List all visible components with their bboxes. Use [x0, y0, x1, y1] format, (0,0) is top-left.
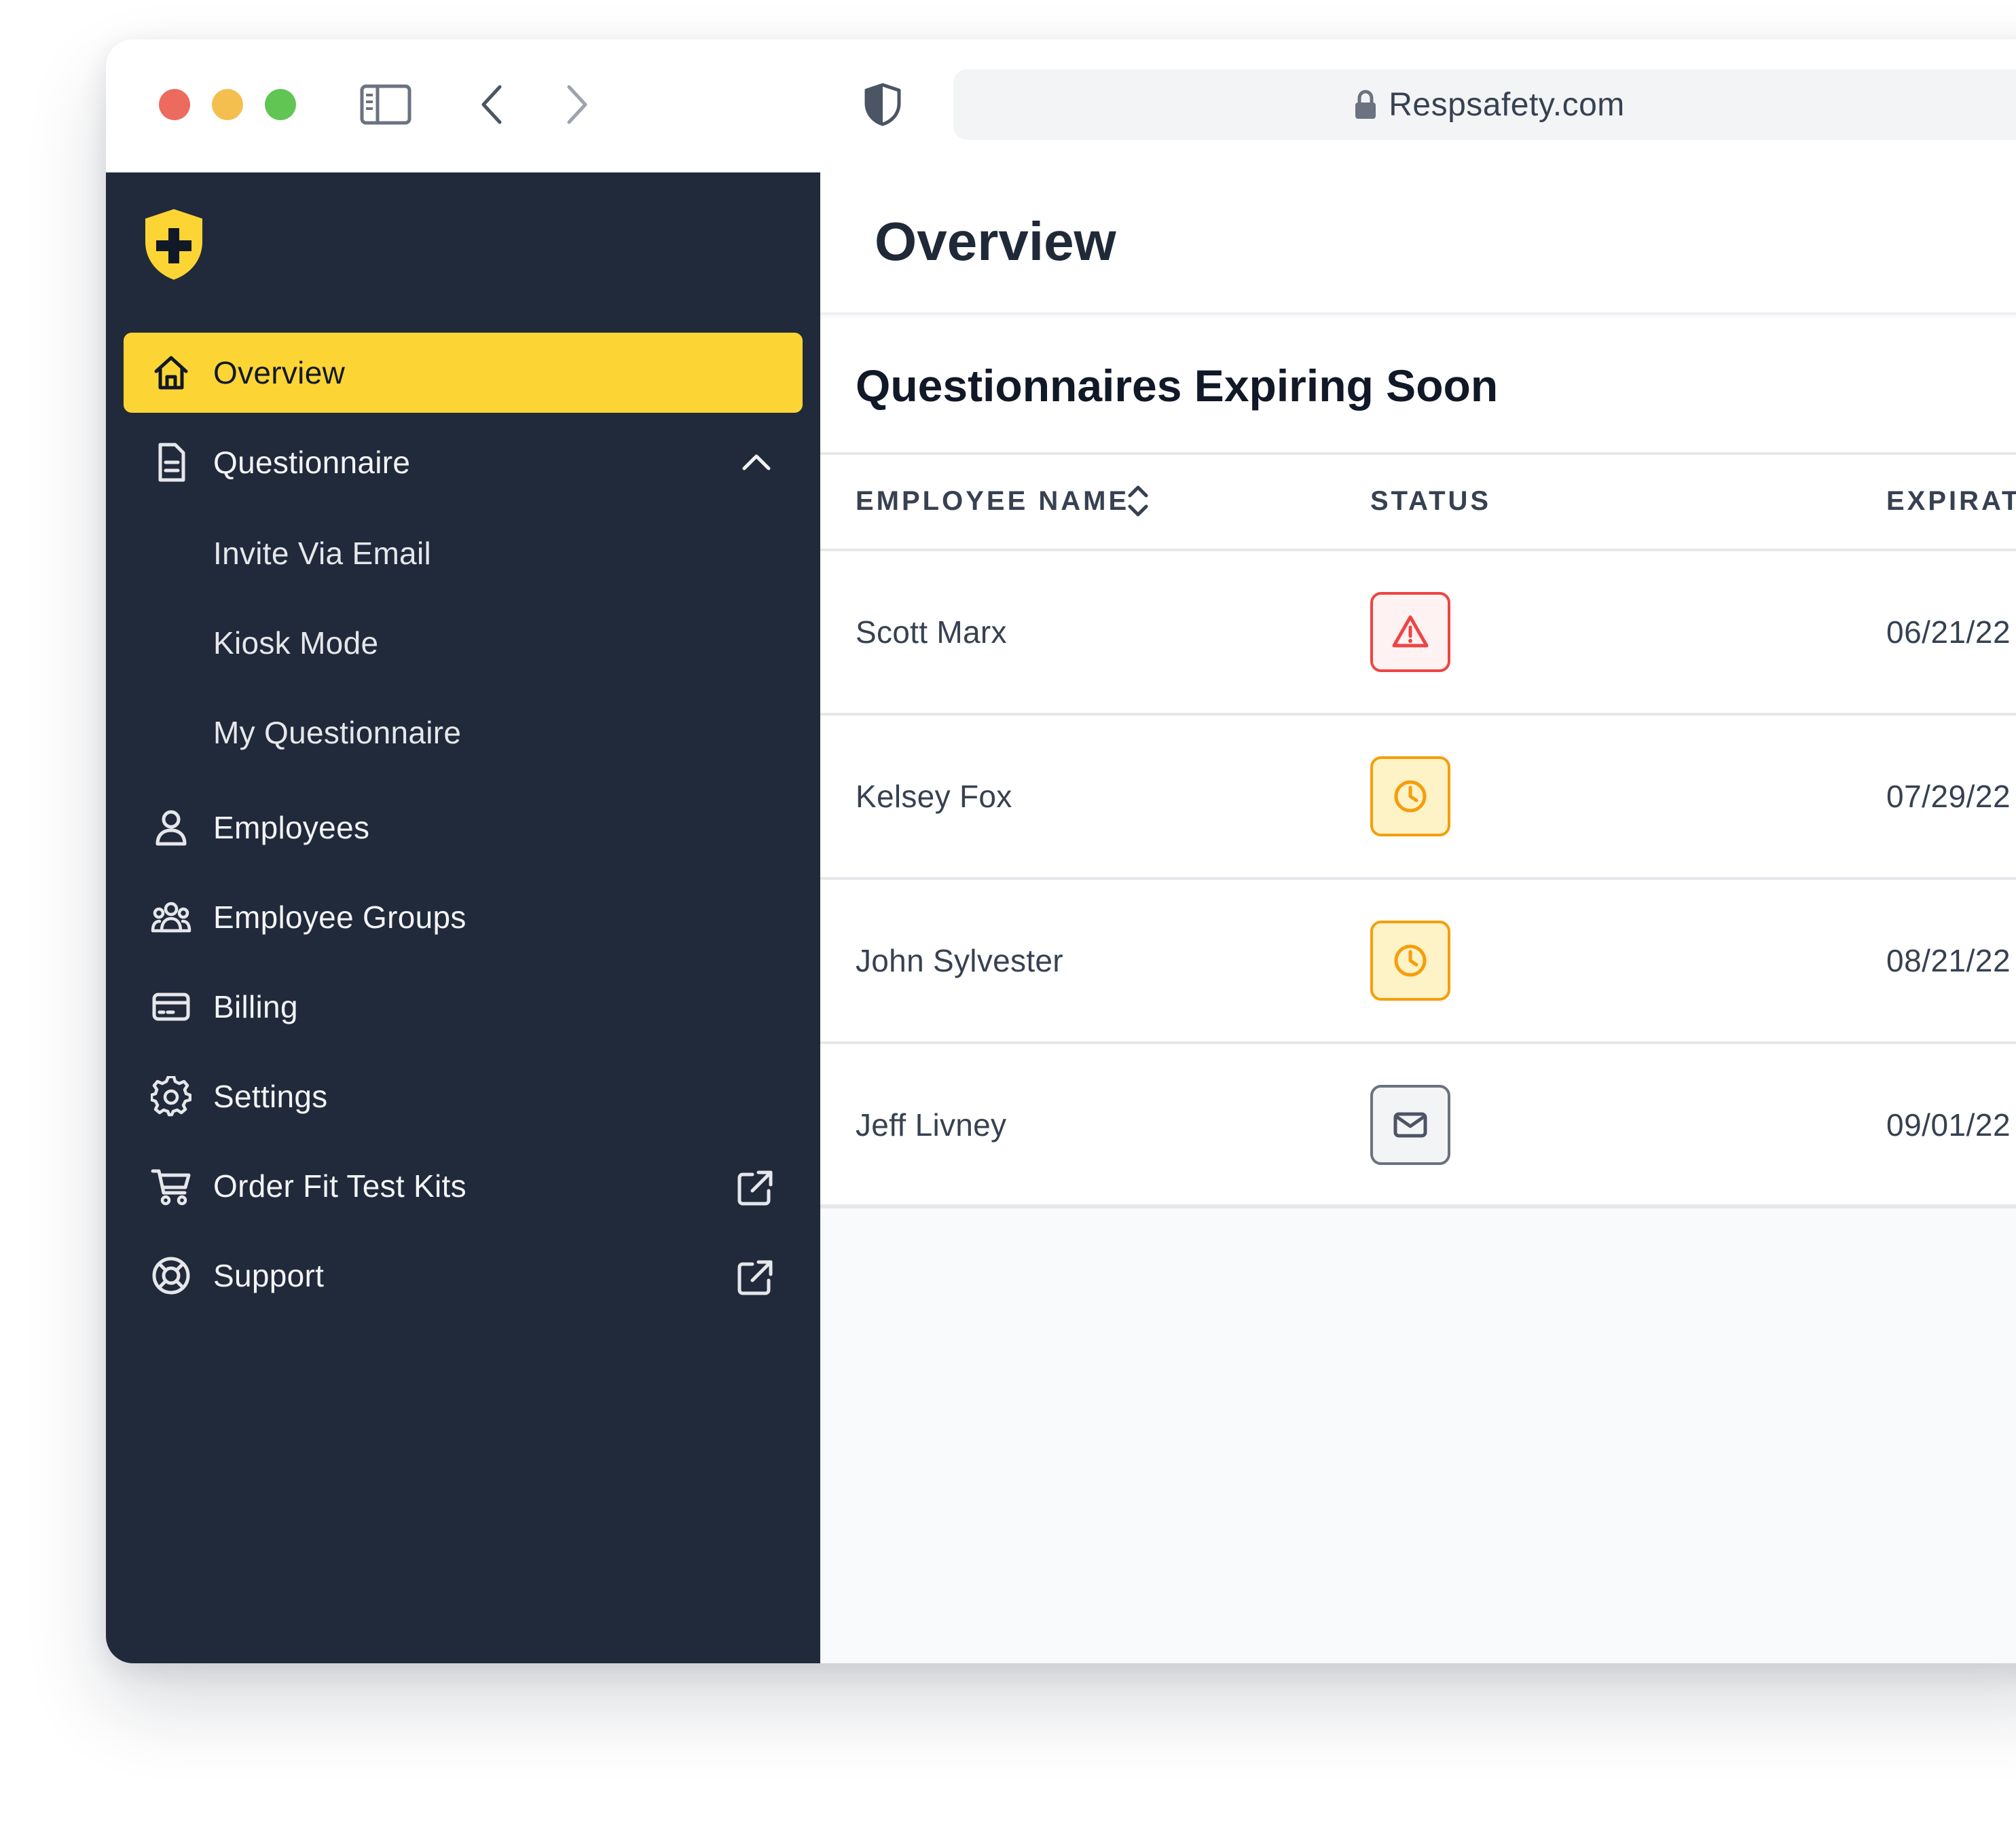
- sidebar-toggle-icon[interactable]: [360, 84, 411, 125]
- sidebar-subitem-my-questionnaire[interactable]: My Questionnaire: [124, 698, 803, 766]
- maximize-window-button[interactable]: [265, 89, 296, 120]
- status-badge-pending[interactable]: [1370, 921, 1450, 1001]
- sidebar-item-support[interactable]: Support: [124, 1236, 803, 1316]
- sidebar: Overview Questionnaire Invite Via Email …: [106, 172, 820, 1663]
- sidebar-item-employees[interactable]: Employees: [124, 788, 803, 868]
- home-icon: [151, 352, 191, 393]
- column-header-expiration: EXPIRAT: [1886, 486, 2016, 516]
- main-content: Overview Questionnaires Expiring Soon EM…: [820, 172, 2016, 1663]
- browser-window: Respsafety.com Overview Questionnaire In…: [106, 39, 2016, 1663]
- sidebar-item-overview[interactable]: Overview: [124, 333, 803, 413]
- sidebar-item-employee-groups[interactable]: Employee Groups: [124, 877, 803, 957]
- employee-name-cell: Kelsey Fox: [856, 779, 1012, 814]
- sidebar-item-order-fit-test-kits[interactable]: Order Fit Test Kits: [124, 1146, 803, 1226]
- sidebar-subitem-kiosk-mode[interactable]: Kiosk Mode: [124, 608, 803, 676]
- sidebar-subitem-label: My Questionnaire: [213, 715, 462, 750]
- gear-icon: [151, 1076, 191, 1117]
- close-window-button[interactable]: [159, 89, 190, 120]
- life-ring-icon: [151, 1255, 191, 1296]
- sidebar-item-label: Questionnaire: [213, 445, 411, 480]
- sidebar-subitem-label: Invite Via Email: [213, 536, 431, 571]
- minimize-window-button[interactable]: [212, 89, 243, 120]
- table-row[interactable]: John Sylvester 08/21/22: [820, 880, 2016, 1044]
- user-icon: [151, 807, 191, 848]
- clock-icon: [1394, 780, 1427, 813]
- external-link-icon: [736, 1169, 774, 1207]
- employee-name-cell: Scott Marx: [856, 614, 1007, 650]
- clock-icon: [1394, 944, 1427, 977]
- document-icon: [151, 442, 191, 483]
- status-badge-warning[interactable]: [1370, 592, 1450, 672]
- sidebar-item-label: Overview: [213, 355, 346, 390]
- column-header-status: STATUS: [1370, 486, 1492, 516]
- sidebar-item-label: Support: [213, 1258, 325, 1293]
- credit-card-icon: [151, 986, 191, 1027]
- address-bar[interactable]: Respsafety.com: [953, 69, 2016, 140]
- sidebar-subitem-label: Kiosk Mode: [213, 625, 379, 661]
- sidebar-subitem-invite-via-email[interactable]: Invite Via Email: [124, 519, 803, 587]
- sidebar-item-questionnaire[interactable]: Questionnaire: [124, 422, 803, 502]
- employee-name-cell: Jeff Livney: [856, 1107, 1007, 1143]
- shield-plus-logo-icon[interactable]: [141, 206, 206, 286]
- expiration-date-cell: 06/21/22: [1886, 614, 2011, 650]
- sidebar-item-settings[interactable]: Settings: [124, 1056, 803, 1136]
- table-row[interactable]: Kelsey Fox 07/29/22: [820, 716, 2016, 880]
- user-group-icon: [151, 897, 191, 938]
- sidebar-item-billing[interactable]: Billing: [124, 967, 803, 1047]
- sidebar-item-label: Settings: [213, 1079, 328, 1114]
- forward-arrow-icon[interactable]: [564, 84, 591, 125]
- expiration-date-cell: 09/01/22: [1886, 1107, 2011, 1143]
- table-row[interactable]: Jeff Livney 09/01/22: [820, 1044, 2016, 1208]
- back-arrow-icon[interactable]: [478, 84, 505, 125]
- sort-icon[interactable]: [1124, 482, 1152, 520]
- sidebar-item-label: Employees: [213, 810, 370, 845]
- expiration-date-cell: 08/21/22: [1886, 943, 2011, 978]
- external-link-icon: [736, 1259, 774, 1297]
- sidebar-item-label: Billing: [213, 989, 298, 1024]
- page-header: Overview: [820, 172, 2016, 315]
- status-badge-invited[interactable]: [1370, 1085, 1450, 1165]
- table-header: EMPLOYEE NAME STATUS EXPIRAT: [820, 452, 2016, 551]
- section-title: Questionnaires Expiring Soon: [856, 360, 1499, 411]
- status-badge-pending[interactable]: [1370, 756, 1450, 836]
- column-header-employee-name[interactable]: EMPLOYEE NAME: [856, 486, 1129, 517]
- browser-toolbar: Respsafety.com: [106, 39, 2016, 172]
- url-text: Respsafety.com: [1389, 86, 1625, 123]
- page-title: Overview: [875, 211, 1116, 272]
- expiration-date-cell: 07/29/22: [1886, 779, 2011, 814]
- lock-icon: [1355, 90, 1376, 119]
- sidebar-item-label: Order Fit Test Kits: [213, 1168, 466, 1204]
- shopping-cart-icon: [151, 1166, 191, 1206]
- employee-name-cell: John Sylvester: [856, 943, 1063, 978]
- chevron-up-icon[interactable]: [739, 445, 774, 481]
- table-row[interactable]: Scott Marx 06/21/22: [820, 551, 2016, 716]
- envelope-icon: [1393, 1112, 1427, 1138]
- expiring-questionnaires-panel: Questionnaires Expiring Soon EMPLOYEE NA…: [820, 318, 2016, 1208]
- privacy-shield-icon[interactable]: [864, 83, 902, 126]
- warning-triangle-icon: [1392, 615, 1429, 648]
- sidebar-item-label: Employee Groups: [213, 900, 466, 935]
